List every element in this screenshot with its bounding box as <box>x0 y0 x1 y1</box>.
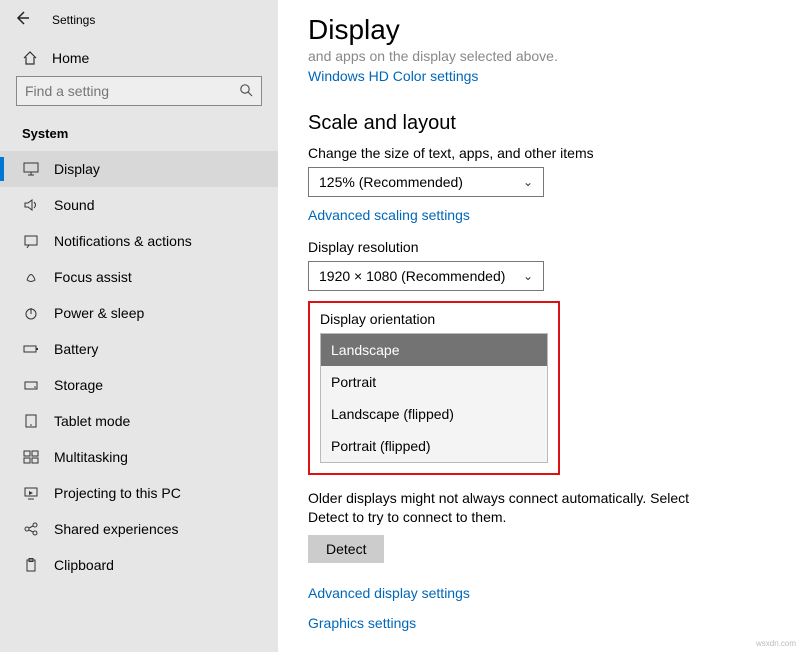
scale-value: 125% (Recommended) <box>319 174 463 190</box>
orientation-option-landscape[interactable]: Landscape <box>321 334 547 366</box>
sidebar-item-label: Sound <box>54 197 94 213</box>
chevron-down-icon: ⌄ <box>523 269 533 283</box>
advanced-display-link[interactable]: Advanced display settings <box>308 585 770 601</box>
scale-select[interactable]: 125% (Recommended) ⌄ <box>308 167 544 197</box>
home-label: Home <box>52 50 89 66</box>
orientation-highlight: Display orientation Landscape Portrait L… <box>308 301 560 475</box>
category-label: System <box>0 120 278 151</box>
sidebar-item-shared[interactable]: Shared experiences <box>0 511 278 547</box>
sidebar-item-tablet-mode[interactable]: Tablet mode <box>0 403 278 439</box>
clipboard-icon <box>22 558 40 572</box>
home-icon <box>22 50 38 66</box>
notifications-icon <box>22 234 40 248</box>
tablet-icon <box>22 414 40 428</box>
battery-icon <box>22 342 40 356</box>
sidebar-item-focus-assist[interactable]: Focus assist <box>0 259 278 295</box>
graphics-settings-link[interactable]: Graphics settings <box>308 615 770 631</box>
sound-icon <box>22 198 40 212</box>
resolution-select[interactable]: 1920 × 1080 (Recommended) ⌄ <box>308 261 544 291</box>
orientation-dropdown[interactable]: Landscape Portrait Landscape (flipped) P… <box>320 333 548 463</box>
sidebar-item-label: Projecting to this PC <box>54 485 181 501</box>
sidebar-item-label: Power & sleep <box>54 305 144 321</box>
sidebar-item-battery[interactable]: Battery <box>0 331 278 367</box>
resolution-label: Display resolution <box>308 239 770 255</box>
detect-button[interactable]: Detect <box>308 535 384 563</box>
sidebar-item-clipboard[interactable]: Clipboard <box>0 547 278 583</box>
sidebar-item-label: Focus assist <box>54 269 132 285</box>
sidebar-header: Settings <box>0 0 278 40</box>
project-icon <box>22 486 40 500</box>
multitask-icon <box>22 450 40 464</box>
power-icon <box>22 306 40 320</box>
scale-label: Change the size of text, apps, and other… <box>308 145 770 161</box>
sidebar-item-label: Storage <box>54 377 103 393</box>
orientation-option-portrait-flipped[interactable]: Portrait (flipped) <box>321 430 547 462</box>
sidebar-item-label: Battery <box>54 341 98 357</box>
sidebar-item-sound[interactable]: Sound <box>0 187 278 223</box>
sidebar-item-multitasking[interactable]: Multitasking <box>0 439 278 475</box>
sidebar-item-storage[interactable]: Storage <box>0 367 278 403</box>
sidebar-item-label: Multitasking <box>54 449 128 465</box>
hd-color-link[interactable]: Windows HD Color settings <box>308 68 478 84</box>
arrow-left-icon <box>14 10 30 26</box>
main-content: Display and apps on the display selected… <box>278 0 800 652</box>
sidebar-item-label: Tablet mode <box>54 413 130 429</box>
search-icon <box>239 83 253 100</box>
orientation-option-portrait[interactable]: Portrait <box>321 366 547 398</box>
display-icon <box>22 162 40 176</box>
sidebar-item-notifications[interactable]: Notifications & actions <box>0 223 278 259</box>
home-nav[interactable]: Home <box>0 40 278 76</box>
sidebar-item-label: Display <box>54 161 100 177</box>
sidebar-item-display[interactable]: Display <box>0 151 278 187</box>
storage-icon <box>22 378 40 392</box>
detect-paragraph: Older displays might not always connect … <box>308 489 718 527</box>
sidebar-item-label: Clipboard <box>54 557 114 573</box>
search-input[interactable] <box>25 83 239 99</box>
chevron-down-icon: ⌄ <box>523 175 533 189</box>
orientation-label: Display orientation <box>320 311 548 327</box>
resolution-value: 1920 × 1080 (Recommended) <box>319 268 505 284</box>
page-title: Display <box>308 14 770 46</box>
sidebar-item-projecting[interactable]: Projecting to this PC <box>0 475 278 511</box>
advanced-scaling-link[interactable]: Advanced scaling settings <box>308 207 770 223</box>
scale-section-title: Scale and layout <box>308 112 770 135</box>
search-wrap <box>0 76 278 120</box>
nav-list: Display Sound Notifications & actions Fo… <box>0 151 278 583</box>
sidebar: Settings Home System Display <box>0 0 278 652</box>
settings-title: Settings <box>52 13 95 27</box>
subline-text: and apps on the display selected above. <box>308 48 770 64</box>
shared-icon <box>22 522 40 536</box>
focus-icon <box>22 270 40 284</box>
watermark: wsxdn.com <box>756 639 796 648</box>
orientation-option-landscape-flipped[interactable]: Landscape (flipped) <box>321 398 547 430</box>
sidebar-item-label: Shared experiences <box>54 521 179 537</box>
sidebar-item-label: Notifications & actions <box>54 233 192 249</box>
search-box[interactable] <box>16 76 262 106</box>
back-button[interactable] <box>14 10 30 31</box>
sidebar-item-power[interactable]: Power & sleep <box>0 295 278 331</box>
